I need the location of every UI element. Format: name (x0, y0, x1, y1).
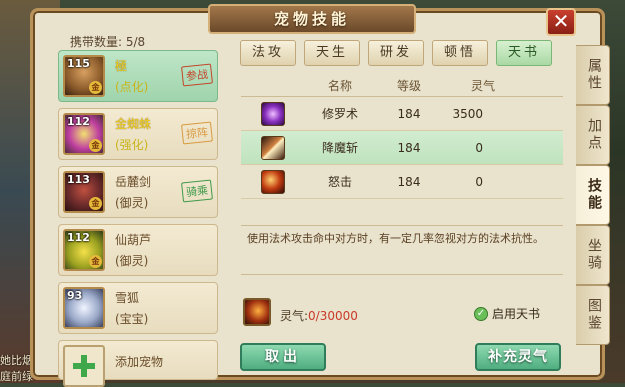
enable-tianshu-toggle[interactable]: ✓ 启用天书 (474, 305, 540, 322)
carry-count: 携带数量: 5/8 (70, 33, 145, 50)
gold-badge-icon: 金 (89, 139, 102, 152)
side-tab-attributes[interactable]: 属性 (576, 45, 610, 105)
tab-tianshu[interactable]: 天书 (496, 40, 552, 66)
purple-flame-icon (261, 102, 285, 126)
pet-subtitle: (御灵) (115, 196, 149, 210)
pet-level: 115 (67, 57, 90, 70)
lingqi-readout: 灵气:0/30000 (280, 307, 358, 324)
pet-name: 極 (115, 59, 128, 73)
gold-badge-icon: 金 (89, 197, 102, 210)
pet-name: 岳麓剑 (115, 175, 152, 189)
pet-name: 金蜘蛛 (115, 117, 152, 131)
checkmark-icon: ✓ (474, 306, 488, 321)
pet-item-3[interactable]: 112 金 仙葫芦 (御灵) (58, 224, 218, 276)
replenish-spirit-button[interactable]: 补充灵气 (475, 343, 561, 371)
pet-avatar: 115 金 (63, 55, 105, 97)
add-pet-slot (63, 345, 105, 387)
close-button[interactable]: ✕ (546, 8, 576, 36)
side-tab-mount[interactable]: 坐骑 (576, 225, 610, 285)
pet-subtitle: (御灵) (115, 254, 149, 268)
skill-name: 降魔斩 (321, 141, 358, 155)
side-tab-points[interactable]: 加点 (576, 105, 610, 165)
plus-icon (73, 355, 95, 377)
tab-research[interactable]: 研发 (368, 40, 424, 66)
pet-name: 仙葫芦 (115, 233, 152, 247)
side-tab-codex[interactable]: 图鉴 (576, 285, 610, 345)
pet-level: 112 (67, 231, 90, 244)
pet-avatar: 112 金 (63, 113, 105, 155)
skill-level: 184 (397, 141, 421, 155)
side-tabs: 属性 加点 技能 坐骑 图鉴 (576, 45, 610, 345)
pet-subtitle: (宝宝) (115, 312, 149, 326)
pet-subtitle: (强化) (115, 138, 149, 152)
skill-table: 名称 等级 灵气 修罗术 184 3500 降魔斩 184 0 怒击 184 0 (241, 75, 563, 199)
pet-status-stamp: 参战 (181, 63, 213, 87)
pet-item-0[interactable]: 115 金 極 (点化) 参战 (58, 50, 218, 102)
pet-avatar: 93 (63, 287, 105, 329)
pet-level: 93 (67, 289, 83, 302)
window-title: 宠物技能 (208, 4, 416, 34)
lingqi-label: 灵气: (280, 309, 309, 323)
pet-list: 115 金 極 (点化) 参战 112 金 金蜘蛛 (强化) 掠阵 113 金 … (58, 50, 218, 387)
header-level: 等级 (396, 79, 421, 93)
skill-level: 184 (397, 175, 421, 189)
fire-strike-icon (261, 170, 285, 194)
gold-badge-icon: 金 (89, 255, 102, 268)
skill-description: 使用法术攻击命中对方时，有一定几率忽视对方的法术抗性。 (241, 225, 563, 275)
table-row[interactable]: 修罗术 184 3500 (241, 97, 563, 131)
pet-level: 113 (67, 173, 90, 186)
add-pet-label: 添加宠物 (115, 355, 164, 369)
side-tab-skills[interactable]: 技能 (576, 165, 610, 225)
pet-avatar: 112 金 (63, 229, 105, 271)
background-chat-text-1: 她比烟 (0, 354, 33, 367)
gold-badge-icon: 金 (89, 81, 102, 94)
pet-status-stamp: 骑乘 (181, 179, 213, 203)
pet-item-2[interactable]: 113 金 岳麓剑 (御灵) 骑乘 (58, 166, 218, 218)
lingqi-value: 0/30000 (308, 309, 358, 323)
skill-spirit: 0 (475, 141, 483, 155)
table-row[interactable]: 怒击 184 0 (241, 165, 563, 199)
pet-subtitle: (点化) (115, 80, 149, 94)
pet-avatar: 113 金 (63, 171, 105, 213)
pet-item-4[interactable]: 93 雪狐 (宝宝) (58, 282, 218, 334)
pet-name: 雪狐 (115, 291, 140, 305)
header-spirit: 灵气 (470, 79, 495, 93)
tab-enlightenment[interactable]: 顿悟 (432, 40, 488, 66)
carry-count-value: 5/8 (125, 35, 146, 49)
take-out-button[interactable]: 取出 (240, 343, 326, 371)
add-pet-button[interactable]: 添加宠物 (58, 340, 218, 387)
skill-level: 184 (397, 107, 421, 121)
skill-name: 修罗术 (321, 107, 358, 121)
skill-name: 怒击 (327, 175, 352, 189)
skill-spirit: 3500 (452, 107, 483, 121)
pet-level: 112 (67, 115, 90, 128)
pet-item-1[interactable]: 112 金 金蜘蛛 (强化) 掠阵 (58, 108, 218, 160)
carry-count-label: 携带数量: (70, 35, 123, 49)
pet-status-stamp: 掠阵 (181, 121, 213, 145)
lingqi-icon (243, 298, 271, 326)
tab-magic-attack[interactable]: 法攻 (240, 40, 296, 66)
skill-spirit: 0 (475, 175, 483, 189)
tab-innate[interactable]: 天生 (304, 40, 360, 66)
blade-slash-icon (261, 136, 285, 160)
skill-tabs: 法攻 天生 研发 顿悟 天书 (240, 40, 552, 66)
header-name: 名称 (327, 79, 352, 93)
background-chat-text-2: 庭前绿 (0, 370, 33, 383)
enable-tianshu-label: 启用天书 (492, 307, 541, 321)
table-header: 名称 等级 灵气 (241, 75, 563, 97)
table-row[interactable]: 降魔斩 184 0 (241, 131, 563, 165)
